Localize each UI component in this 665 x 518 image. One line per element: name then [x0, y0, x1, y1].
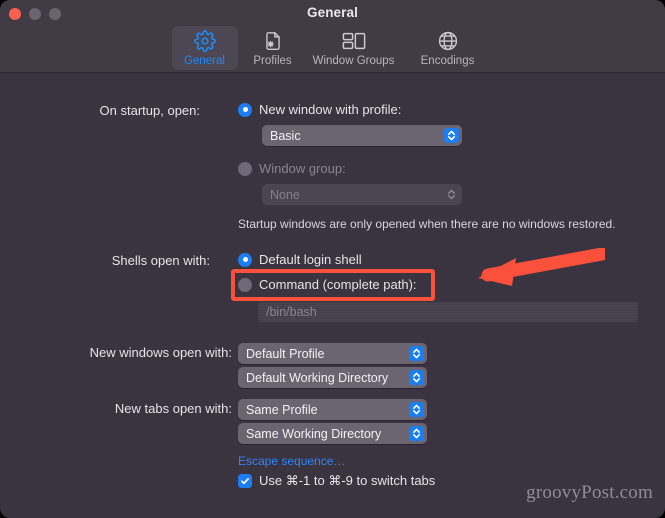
document-gear-icon: [262, 29, 284, 53]
radio-window-group[interactable]: Window group:: [238, 161, 346, 176]
radio-new-window-with-profile-label: New window with profile:: [259, 102, 402, 117]
preferences-toolbar: General Profiles Window Groups Encodings: [0, 26, 665, 73]
globe-icon: [437, 29, 459, 53]
switch-tabs-checkbox[interactable]: Use ⌘-1 to ⌘-9 to switch tabs: [238, 473, 435, 489]
radio-default-login-shell[interactable]: Default login shell: [238, 252, 362, 267]
radio-new-window-with-profile[interactable]: New window with profile:: [238, 102, 401, 117]
chevron-updown-icon: [409, 370, 424, 385]
toolbar-tab-window-groups-label: Window Groups: [312, 55, 395, 67]
startup-profile-popup-value: Basic: [270, 128, 301, 143]
radio-window-group-label: Window group:: [259, 161, 346, 176]
window-title: General: [307, 5, 358, 20]
new-windows-directory-popup-value: Default Working Directory: [246, 370, 389, 385]
toolbar-tab-encodings[interactable]: Encodings: [402, 26, 494, 70]
toolbar-tab-encodings-label: Encodings: [420, 55, 475, 67]
new-windows-open-with-label: New windows open with:: [89, 345, 232, 360]
general-settings-pane: On startup, open: New window with profil…: [0, 73, 665, 518]
checkbox-checked-icon: [238, 474, 252, 488]
startup-window-group-popup: None: [262, 184, 462, 205]
radio-command-complete-path[interactable]: Command (complete path):: [238, 277, 417, 292]
toolbar-tab-general-label: General: [184, 55, 225, 67]
new-windows-profile-popup[interactable]: Default Profile: [238, 343, 427, 364]
preferences-window: General General Profiles Window Groups E…: [0, 0, 665, 518]
toolbar-tab-window-groups[interactable]: Window Groups: [308, 26, 400, 70]
radio-unselected-icon: [238, 277, 252, 292]
new-tabs-profile-popup[interactable]: Same Profile: [238, 399, 427, 420]
toolbar-tab-general[interactable]: General: [171, 26, 238, 70]
watermark: groovyPost.com: [526, 482, 653, 503]
toolbar-tab-profiles-label: Profiles: [253, 55, 292, 67]
startup-profile-popup[interactable]: Basic: [262, 125, 462, 146]
window-titlebar: General General Profiles Window Groups E…: [0, 0, 665, 73]
new-windows-directory-popup[interactable]: Default Working Directory: [238, 367, 427, 388]
chevron-updown-icon: [409, 426, 424, 441]
new-windows-profile-popup-value: Default Profile: [246, 346, 325, 361]
gear-icon: [193, 29, 216, 53]
chevron-updown-icon: [409, 402, 424, 417]
radio-selected-icon: [238, 102, 252, 117]
escape-sequence-link[interactable]: Escape sequence…: [238, 454, 345, 468]
command-path-value: /bin/bash: [266, 305, 317, 319]
radio-unselected-icon: [238, 161, 252, 176]
switch-tabs-checkbox-label: Use ⌘-1 to ⌘-9 to switch tabs: [259, 473, 436, 488]
new-tabs-profile-popup-value: Same Profile: [246, 402, 318, 417]
radio-command-complete-path-label: Command (complete path):: [259, 277, 417, 292]
command-path-input: /bin/bash: [258, 302, 638, 322]
startup-note: Startup windows are only opened when the…: [238, 217, 616, 231]
new-tabs-directory-popup[interactable]: Same Working Directory: [238, 423, 427, 444]
chevron-updown-icon: [444, 187, 459, 202]
new-tabs-open-with-label: New tabs open with:: [114, 401, 232, 416]
radio-default-login-shell-label: Default login shell: [259, 252, 362, 267]
on-startup-label: On startup, open:: [99, 103, 200, 118]
shells-open-with-label: Shells open with:: [111, 253, 210, 268]
window-groups-icon: [342, 29, 366, 53]
chevron-updown-icon: [409, 346, 424, 361]
new-tabs-directory-popup-value: Same Working Directory: [246, 426, 382, 441]
startup-window-group-popup-value: None: [270, 187, 300, 202]
radio-selected-icon: [238, 252, 252, 267]
toolbar-tab-profiles[interactable]: Profiles: [240, 26, 306, 70]
chevron-updown-icon: [444, 128, 459, 143]
